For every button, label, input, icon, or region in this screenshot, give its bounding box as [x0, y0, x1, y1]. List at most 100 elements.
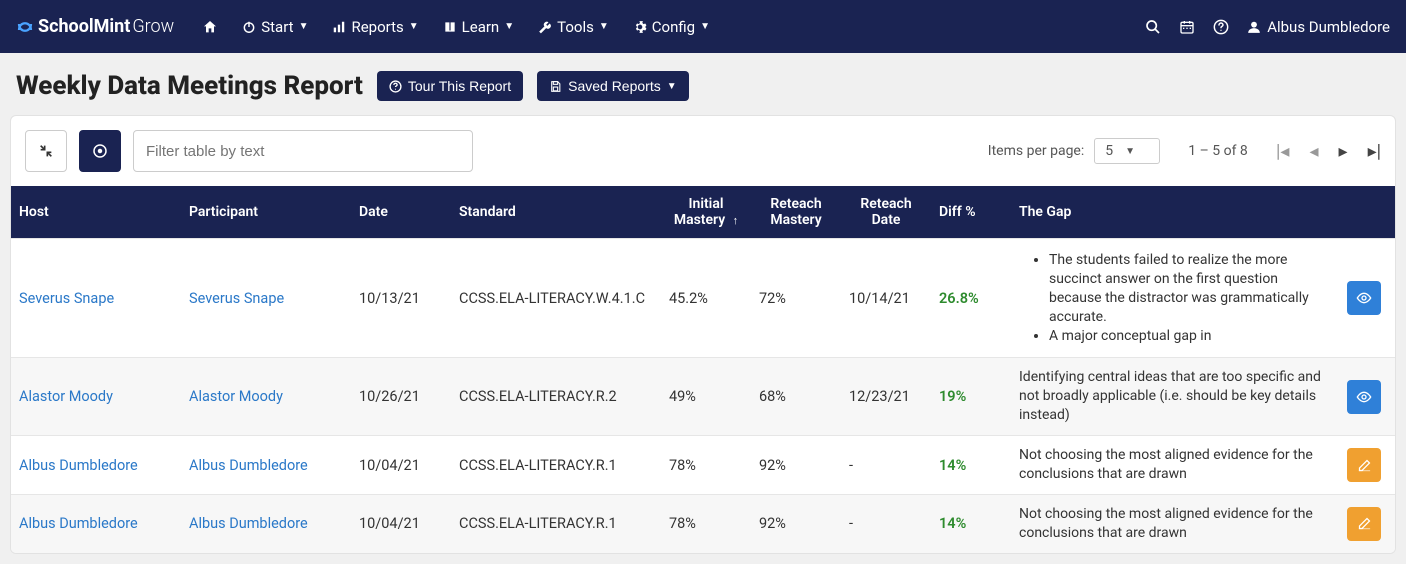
nav-items: Start ▼ Reports ▼ Learn ▼ Tools ▼	[192, 12, 720, 42]
reteach-mastery-cell: 72%	[751, 239, 841, 358]
initial-mastery-cell: 49%	[661, 358, 751, 436]
pager-arrows: |◂ ◂ ▸ ▸|	[1276, 141, 1381, 162]
host-link[interactable]: Albus Dumbledore	[19, 515, 138, 532]
diff-cell: 19%	[939, 388, 966, 405]
edit-button[interactable]	[1347, 448, 1381, 482]
saved-reports-button[interactable]: Saved Reports ▼	[537, 71, 689, 101]
standard-cell: CCSS.ELA-LITERACY.R.1	[451, 494, 661, 552]
reteach-date-cell: -	[841, 436, 931, 495]
nav-reports[interactable]: Reports ▼	[322, 12, 428, 42]
date-cell: 10/04/21	[351, 436, 451, 495]
reteach-mastery-cell: 92%	[751, 494, 841, 552]
search-icon[interactable]	[1145, 19, 1161, 35]
reteach-mastery-cell: 92%	[751, 436, 841, 495]
sort-asc-icon: ↑	[733, 214, 739, 227]
pencil-icon	[1357, 516, 1372, 531]
view-button[interactable]	[1347, 281, 1381, 315]
caret-down-icon: ▼	[667, 81, 677, 92]
bar-chart-icon	[332, 20, 346, 34]
items-per-page-label: Items per page:	[988, 143, 1084, 159]
caret-down-icon: ▼	[504, 21, 514, 32]
prev-page-button[interactable]: ◂	[1309, 141, 1318, 162]
date-cell: 10/13/21	[351, 239, 451, 358]
gap-cell: The students failed to realize the more …	[1011, 239, 1339, 358]
standard-cell: CCSS.ELA-LITERACY.W.4.1.C	[451, 239, 661, 358]
col-header-gap[interactable]: The Gap	[1011, 186, 1339, 239]
page-range: 1 – 5 of 8	[1178, 143, 1258, 159]
col-header-diff[interactable]: Diff %	[931, 186, 1011, 239]
brand-icon	[16, 18, 34, 36]
nav-learn[interactable]: Learn ▼	[433, 12, 524, 42]
brand-logo[interactable]: SchoolMint Grow	[16, 16, 174, 37]
nav-learn-label: Learn	[462, 18, 500, 36]
gap-bullet: A major conceptual gap in	[1049, 327, 1331, 346]
diff-cell: 26.8%	[939, 290, 979, 307]
host-link[interactable]: Severus Snape	[19, 290, 114, 307]
nav-start[interactable]: Start ▼	[232, 12, 318, 42]
participant-link[interactable]: Alastor Moody	[189, 388, 283, 405]
first-page-button[interactable]: |◂	[1276, 141, 1289, 162]
reteach-mastery-cell: 68%	[751, 358, 841, 436]
panel-toolbar: Items per page: 5 ▼ 1 – 5 of 8 |◂ ◂ ▸ ▸|	[11, 116, 1395, 186]
gap-text: Not choosing the most aligned evidence f…	[1019, 506, 1313, 541]
book-icon	[443, 20, 457, 34]
filter-input[interactable]	[133, 130, 473, 172]
nav-home[interactable]	[192, 13, 228, 41]
nav-right: Albus Dumbledore	[1145, 18, 1390, 36]
col-header-participant[interactable]: Participant	[181, 186, 351, 239]
nav-reports-label: Reports	[351, 18, 403, 36]
eye-icon	[1356, 290, 1372, 306]
col-header-actions	[1339, 186, 1395, 239]
gap-text: Identifying central ideas that are too s…	[1019, 369, 1321, 423]
table-row: Albus DumbledoreAlbus Dumbledore10/04/21…	[11, 494, 1395, 552]
gap-text: Not choosing the most aligned evidence f…	[1019, 447, 1313, 482]
participant-link[interactable]: Albus Dumbledore	[189, 515, 308, 532]
collapse-button[interactable]	[25, 130, 67, 172]
host-link[interactable]: Albus Dumbledore	[19, 457, 138, 474]
next-page-button[interactable]: ▸	[1339, 141, 1348, 162]
items-per-page: Items per page: 5 ▼	[988, 138, 1160, 164]
initial-mastery-cell: 78%	[661, 494, 751, 552]
col-header-standard[interactable]: Standard	[451, 186, 661, 239]
nav-config[interactable]: Config ▼	[623, 12, 720, 42]
participant-link[interactable]: Severus Snape	[189, 290, 284, 307]
col-header-reteach-mastery[interactable]: Reteach Mastery	[751, 186, 841, 239]
reteach-date-cell: 10/14/21	[841, 239, 931, 358]
nav-tools[interactable]: Tools ▼	[528, 12, 619, 42]
page-title: Weekly Data Meetings Report	[16, 71, 363, 101]
edit-button[interactable]	[1347, 507, 1381, 541]
nav-config-label: Config	[652, 18, 695, 36]
table-row: Albus Dumbledore Albus Dumbledore 10/04/21…	[11, 436, 1395, 495]
col-header-host[interactable]: Host	[11, 186, 181, 239]
col-header-initial-mastery[interactable]: Initial Mastery ↑	[661, 186, 751, 239]
help-icon[interactable]	[1213, 19, 1229, 35]
caret-down-icon: ▼	[700, 21, 710, 32]
nav-tools-label: Tools	[557, 18, 594, 36]
gap-bullet: The students failed to realize the more …	[1049, 251, 1331, 327]
host-link[interactable]: Alastor Moody	[19, 388, 113, 405]
items-per-page-select[interactable]: 5 ▼	[1094, 138, 1160, 164]
save-icon	[549, 80, 562, 93]
tour-report-label: Tour This Report	[408, 78, 511, 94]
top-navbar: SchoolMint Grow Start ▼ Reports ▼	[0, 0, 1406, 53]
tour-report-button[interactable]: Tour This Report	[377, 71, 523, 101]
wrench-icon	[538, 20, 552, 34]
gap-cell: Not choosing the most aligned evidence f…	[1011, 436, 1339, 495]
calendar-icon[interactable]	[1179, 19, 1195, 35]
table-row: Alastor MoodyAlastor Moody10/26/21CCSS.E…	[11, 358, 1395, 436]
eye-icon	[1356, 389, 1372, 405]
initial-mastery-cell: 78%	[661, 436, 751, 495]
participant-link[interactable]: Albus Dumbledore	[189, 457, 308, 474]
standard-cell: CCSS.ELA-LITERACY.R.1	[451, 436, 661, 495]
col-header-reteach-date[interactable]: Reteach Date	[841, 186, 931, 239]
target-button[interactable]	[79, 130, 121, 172]
collapse-icon	[38, 143, 54, 159]
last-page-button[interactable]: ▸|	[1368, 141, 1381, 162]
help-circle-icon	[389, 80, 402, 93]
pencil-icon	[1357, 458, 1372, 473]
view-button[interactable]	[1347, 380, 1381, 414]
nav-user-menu[interactable]: Albus Dumbledore	[1247, 18, 1390, 36]
brand-text-bold: SchoolMint	[38, 16, 130, 37]
table-header-row: Host Participant Date Standard Initial M…	[11, 186, 1395, 239]
col-header-date[interactable]: Date	[351, 186, 451, 239]
